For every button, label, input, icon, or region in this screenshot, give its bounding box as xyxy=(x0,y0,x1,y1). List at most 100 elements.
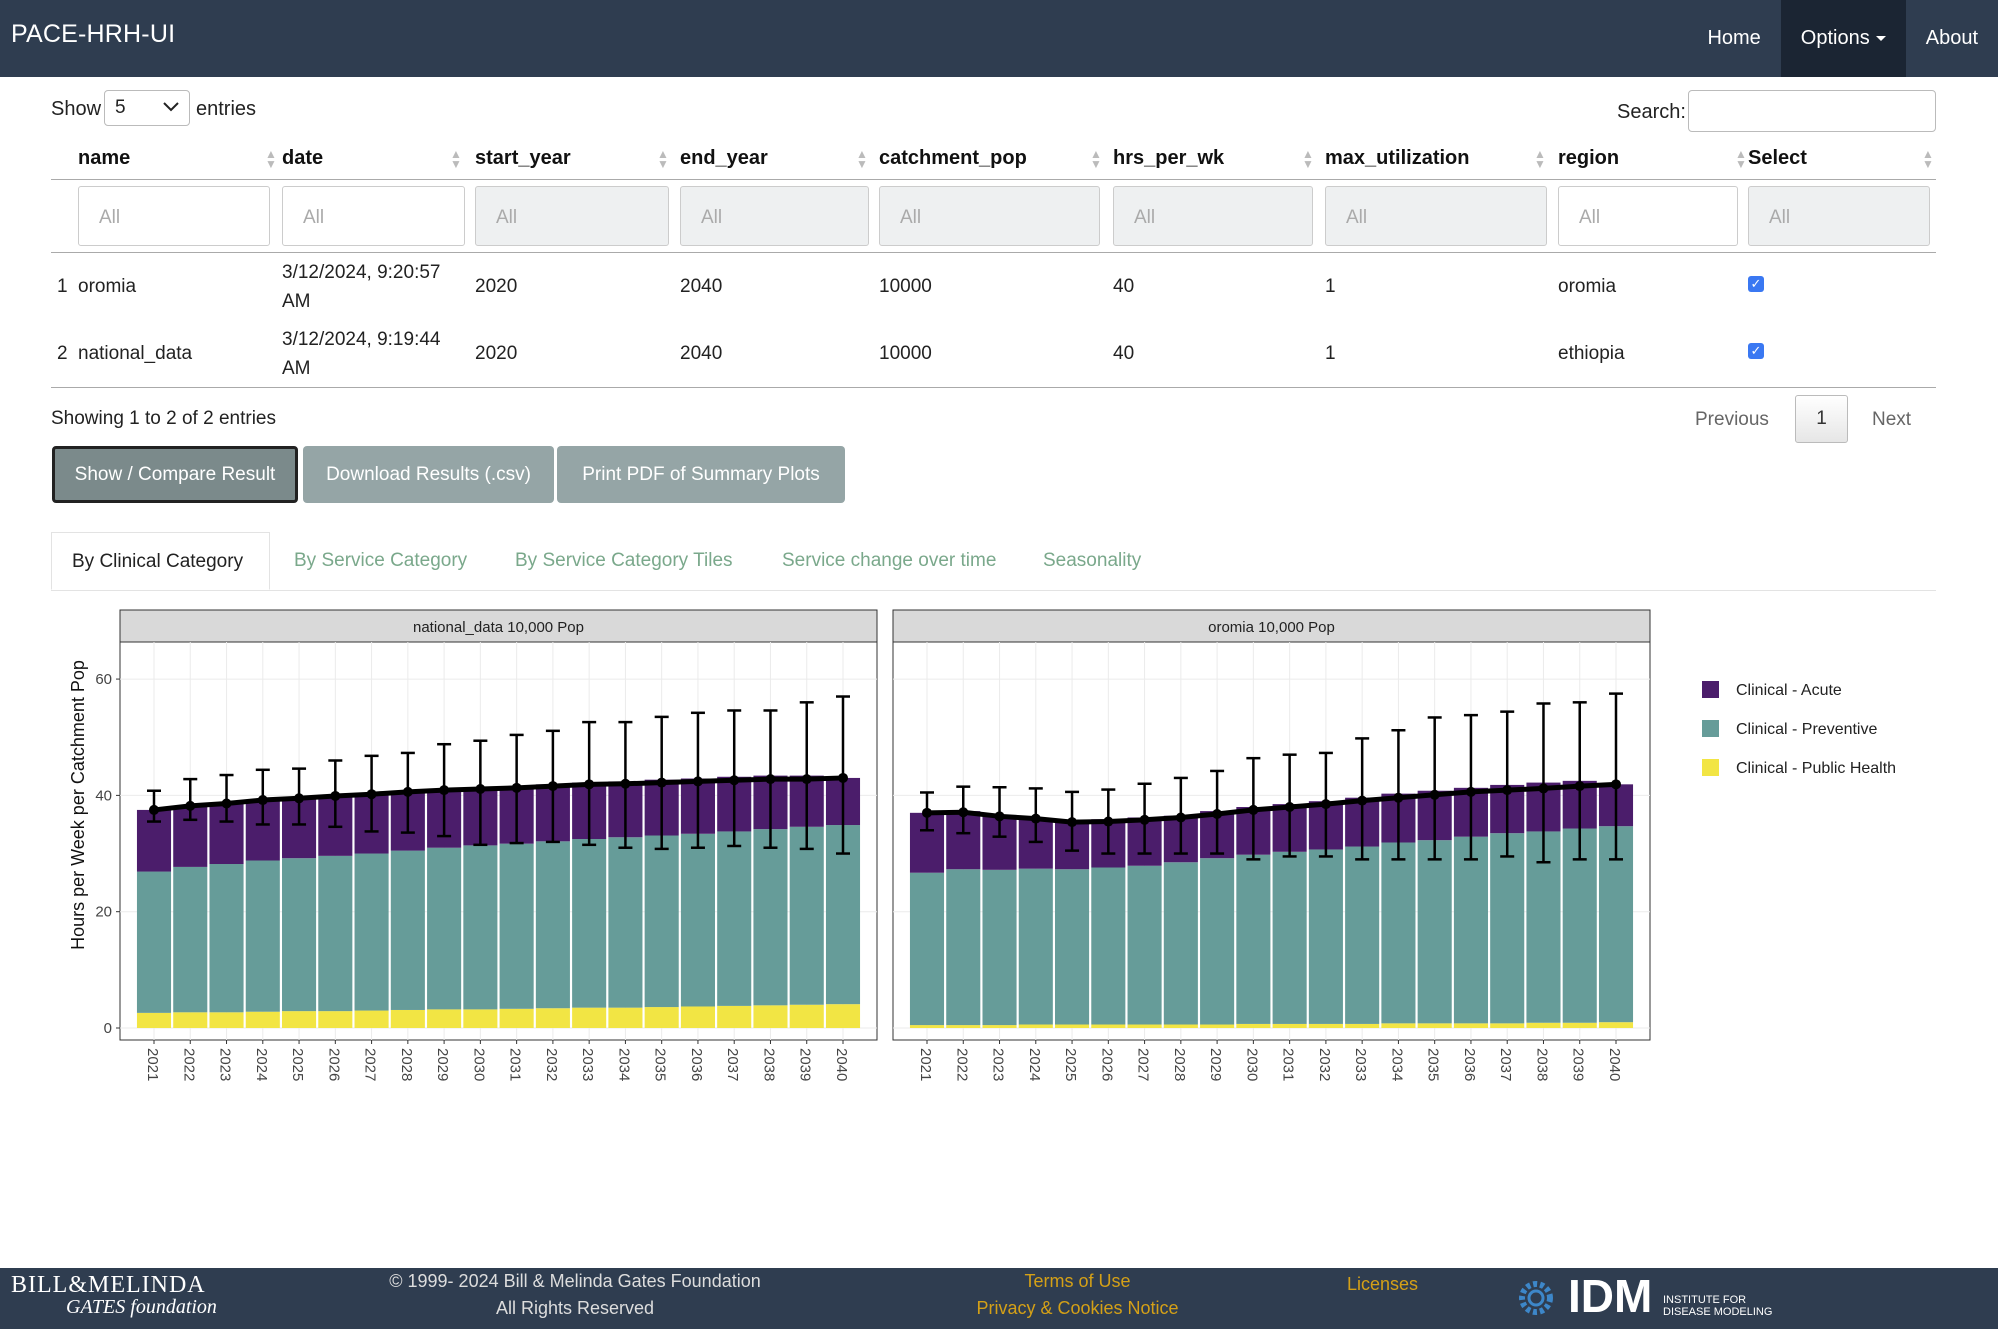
cell-date-line1: 3/12/2024, 9:20:57 xyxy=(282,262,441,283)
bar-segment xyxy=(535,841,570,1009)
x-tick-label: 2040 xyxy=(833,1048,850,1081)
caret-down-icon xyxy=(1875,36,1886,42)
bar-segment xyxy=(535,1008,570,1028)
bar-segment xyxy=(982,869,1017,1026)
tab-by-clinical-category[interactable]: By Clinical Category xyxy=(51,532,270,590)
sort-icon[interactable]: ▲ ▼ xyxy=(1735,148,1747,170)
licenses-link[interactable]: Licenses xyxy=(1330,1274,1435,1295)
column-header-catchment-pop[interactable]: catchment_pop xyxy=(879,147,1027,170)
sort-icon[interactable]: ▲ ▼ xyxy=(1090,148,1102,170)
pagination-previous[interactable]: Previous xyxy=(1695,409,1769,431)
total-point xyxy=(1357,795,1368,806)
privacy-link[interactable]: Privacy & Cookies Notice xyxy=(955,1298,1200,1319)
column-header-max-utilization[interactable]: max_utilization xyxy=(1325,147,1469,170)
show-compare-button[interactable]: Show / Compare Result xyxy=(52,446,298,503)
tab-by-service-category[interactable]: By Service Category xyxy=(294,532,467,590)
x-tick-label: 2027 xyxy=(362,1048,379,1081)
y-tick-label: 0 xyxy=(104,1020,112,1037)
x-tick-label: 2029 xyxy=(1207,1048,1224,1081)
x-tick-label: 2031 xyxy=(507,1048,524,1081)
column-header-start-year[interactable]: start_year xyxy=(475,147,571,170)
terms-link[interactable]: Terms of Use xyxy=(955,1271,1200,1292)
x-tick-label: 2028 xyxy=(1171,1048,1188,1081)
column-header-end-year[interactable]: end_year xyxy=(680,147,768,170)
app-title[interactable]: PACE-HRH-UI xyxy=(11,20,175,49)
copyright-line1: © 1999- 2024 Bill & Melinda Gates Founda… xyxy=(389,1271,761,1291)
total-point xyxy=(994,811,1005,822)
total-point xyxy=(1248,804,1259,815)
bar-segment xyxy=(1308,849,1343,1024)
filter-hrs-per-wk[interactable]: All xyxy=(1113,186,1313,246)
bar-segment xyxy=(390,850,425,1010)
x-tick-label: 2036 xyxy=(688,1048,705,1081)
x-tick-label: 2024 xyxy=(253,1048,270,1081)
x-tick-label: 2022 xyxy=(953,1048,970,1081)
total-point xyxy=(1212,808,1223,819)
sort-icon[interactable]: ▲ ▼ xyxy=(1302,148,1314,170)
pagination-next[interactable]: Next xyxy=(1872,409,1911,431)
sort-icon[interactable]: ▲ ▼ xyxy=(265,148,277,170)
bar-segment xyxy=(1163,862,1198,1025)
filter-select[interactable]: All xyxy=(1748,186,1930,246)
filter-region[interactable]: All xyxy=(1558,186,1738,246)
print-pdf-button[interactable]: Print PDF of Summary Plots xyxy=(557,446,845,503)
tab-service-change-over-time[interactable]: Service change over time xyxy=(782,532,996,590)
nav-home[interactable]: Home xyxy=(1687,0,1780,77)
bar-segment xyxy=(753,829,788,1006)
sort-icon[interactable]: ▲ ▼ xyxy=(1534,148,1546,170)
filter-end-year[interactable]: All xyxy=(680,186,869,246)
x-tick-label: 2026 xyxy=(1098,1048,1115,1081)
x-tick-label: 2034 xyxy=(615,1048,632,1081)
tab-by-service-category-tiles[interactable]: By Service Category Tiles xyxy=(515,532,733,590)
bar-segment xyxy=(946,869,981,1026)
bar-segment xyxy=(717,1005,752,1028)
column-header-select[interactable]: Select xyxy=(1748,147,1807,170)
total-point xyxy=(1393,792,1404,803)
filter-date[interactable]: All xyxy=(282,186,465,246)
column-header-date[interactable]: date xyxy=(282,147,323,170)
column-header-name[interactable]: name xyxy=(78,147,130,170)
x-tick-label: 2040 xyxy=(1606,1048,1623,1081)
facet-title: national_data 10,000 Pop xyxy=(413,619,584,636)
total-point xyxy=(402,786,413,797)
sort-icon[interactable]: ▲ ▼ xyxy=(657,148,669,170)
x-tick-label: 2035 xyxy=(1425,1048,1442,1081)
x-tick-label: 2035 xyxy=(652,1048,669,1081)
table-info: Showing 1 to 2 of 2 entries xyxy=(51,408,276,429)
pagination-current[interactable]: 1 xyxy=(1795,395,1848,443)
select-checkbox[interactable]: ✓ xyxy=(1748,343,1764,359)
filter-name[interactable]: All xyxy=(78,186,270,246)
x-tick-label: 2023 xyxy=(217,1048,234,1081)
tab-seasonality[interactable]: Seasonality xyxy=(1043,532,1141,590)
nav-options[interactable]: Options xyxy=(1780,0,1906,77)
search-input[interactable] xyxy=(1688,90,1936,132)
bar-segment xyxy=(982,1025,1017,1028)
sort-icon[interactable]: ▲ ▼ xyxy=(450,148,462,170)
filter-max-utilization[interactable]: All xyxy=(1325,186,1547,246)
total-point xyxy=(801,774,812,785)
row-index: 1 xyxy=(57,276,68,297)
bar-segment xyxy=(680,833,715,1007)
filter-start-year[interactable]: All xyxy=(475,186,669,246)
bar-segment xyxy=(946,1025,981,1028)
select-checkbox[interactable]: ✓ xyxy=(1748,276,1764,292)
sort-icon[interactable]: ▲ ▼ xyxy=(1922,148,1934,170)
bar-segment xyxy=(1345,1023,1380,1028)
column-header-region[interactable]: region xyxy=(1558,147,1619,170)
filter-catchment-pop[interactable]: All xyxy=(879,186,1100,246)
nav-about[interactable]: About xyxy=(1906,0,1998,77)
bar-segment xyxy=(608,1007,643,1028)
x-tick-label: 2036 xyxy=(1461,1048,1478,1081)
gates-foundation-logo: BILL&MELINDA GATES foundation xyxy=(11,1272,217,1319)
cell-region: ethiopia xyxy=(1558,343,1625,364)
x-tick-label: 2038 xyxy=(760,1048,777,1081)
sort-icon[interactable]: ▲ ▼ xyxy=(856,148,868,170)
entries-select-value: 5 xyxy=(115,97,126,118)
bar-segment xyxy=(1200,858,1235,1025)
column-header-hrs-per-wk[interactable]: hrs_per_wk xyxy=(1113,147,1224,170)
bar-segment xyxy=(1018,868,1053,1025)
bar-segment xyxy=(354,853,389,1011)
entries-select[interactable]: 5 xyxy=(104,90,190,126)
download-results-button[interactable]: Download Results (.csv) xyxy=(303,446,554,503)
legend-swatch xyxy=(1702,720,1719,737)
